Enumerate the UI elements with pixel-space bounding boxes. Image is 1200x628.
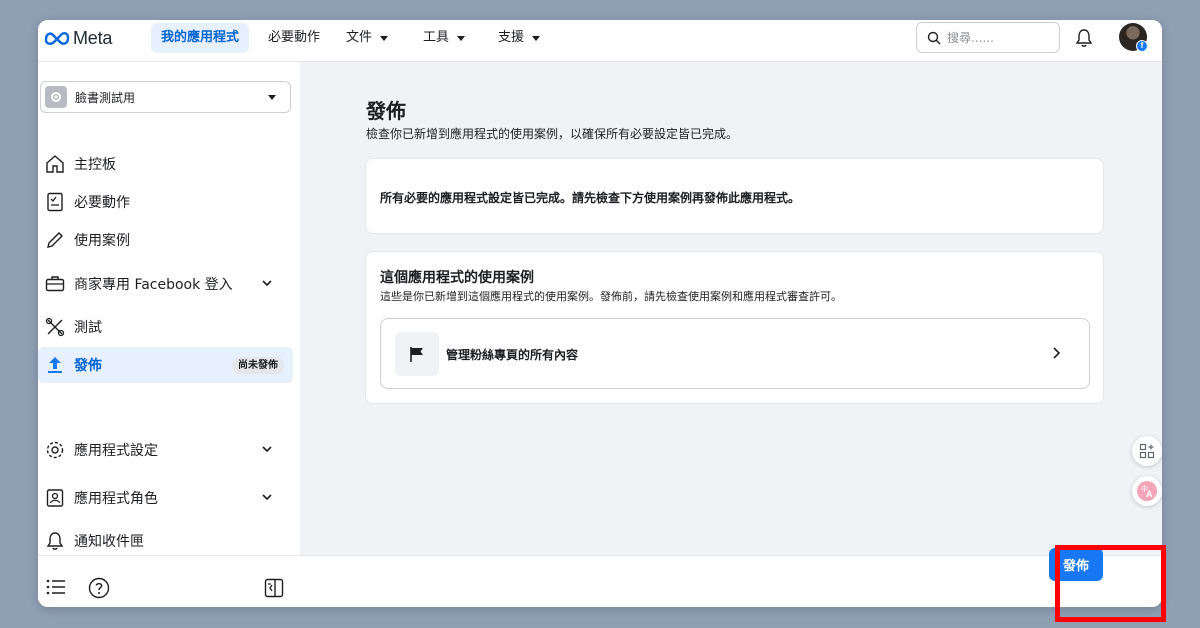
nav-required-actions-label: 必要動作	[268, 30, 321, 45]
bottom-action-bar	[300, 555, 1162, 607]
sidebar-item-app-settings[interactable]: 應用程式設定	[38, 432, 293, 468]
caret-down-icon	[457, 35, 466, 41]
top-bar: Meta 我的應用程式 必要動作 文件 工具 支援 搜尋...... f	[38, 20, 1162, 62]
nav-support-label: 支援	[498, 30, 525, 45]
svg-text:A: A	[1146, 489, 1153, 499]
status-badge: 尚未發佈	[232, 357, 284, 374]
search-box[interactable]	[916, 22, 1060, 53]
chevron-down-icon	[262, 446, 272, 453]
app-selector-label: 臉書測試用	[75, 90, 136, 105]
sidebar-item-required-actions[interactable]: 必要動作	[38, 184, 293, 220]
gear-app-icon	[45, 86, 67, 108]
sidebar-item-label: 應用程式角色	[74, 491, 158, 507]
nav-support[interactable]: 支援	[488, 23, 550, 53]
flag-icon	[395, 332, 439, 376]
apps-grid-icon	[1139, 443, 1155, 459]
sidebar-item-notifications[interactable]: 通知收件匣	[38, 523, 293, 559]
nav-docs[interactable]: 文件	[336, 23, 398, 53]
translate-button[interactable]: 中 A	[1132, 476, 1162, 506]
sidebar: 臉書測試用 主控板 必要動作 使用案例 商家專用 Facebook 登入 測試 …	[38, 62, 300, 555]
app-selector[interactable]: 臉書測試用	[40, 81, 291, 113]
use-cases-description: 這些是你已新增到這個應用程式的使用案例。發佈前，請先檢查使用案例和應用程式審查許…	[380, 290, 842, 303]
sidebar-item-label: 必要動作	[74, 195, 130, 211]
upload-icon	[48, 357, 62, 373]
bell-icon	[46, 532, 64, 550]
collapse-sidebar-icon[interactable]	[263, 577, 285, 599]
nav-tools-label: 工具	[423, 30, 450, 45]
briefcase-icon	[45, 276, 65, 292]
sidebar-item-label: 應用程式設定	[74, 443, 158, 459]
sidebar-item-label: 通知收件匣	[74, 534, 144, 550]
meta-logo-text: Meta	[73, 27, 113, 48]
chevron-down-icon	[262, 494, 272, 501]
id-badge-icon	[46, 489, 64, 507]
chevron-down-icon	[262, 280, 272, 287]
sidebar-item-use-cases[interactable]: 使用案例	[38, 222, 293, 258]
nav-my-apps-label: 我的應用程式	[161, 30, 240, 45]
meta-infinity-icon	[44, 32, 70, 45]
meta-logo[interactable]: Meta	[44, 27, 112, 49]
sidebar-item-dashboard[interactable]: 主控板	[38, 146, 293, 182]
sidebar-item-label: 商家專用 Facebook 登入	[74, 277, 233, 293]
tools-icon	[45, 317, 65, 337]
pencil-icon	[47, 232, 63, 248]
home-icon	[46, 155, 64, 173]
search-icon	[927, 31, 941, 44]
nav-tools[interactable]: 工具	[413, 23, 475, 53]
page-subtitle: 檢查你已新增到應用程式的使用案例，以確保所有必要設定皆已完成。	[366, 127, 739, 141]
sidebar-item-label: 測試	[74, 320, 102, 336]
sidebar-item-testing[interactable]: 測試	[38, 309, 293, 345]
sidebar-item-business-login[interactable]: 商家專用 Facebook 登入	[38, 266, 293, 302]
sidebar-footer	[38, 555, 300, 607]
status-message: 所有必要的應用程式設定皆已完成。請先檢查下方使用案例再發佈此應用程式。	[380, 191, 801, 205]
nav-my-apps[interactable]: 我的應用程式	[151, 23, 250, 53]
sidebar-item-label: 主控板	[74, 157, 116, 173]
caret-down-icon	[268, 95, 276, 100]
chevron-right-icon	[1053, 347, 1061, 359]
use-case-label: 管理粉絲專頁的所有內容	[446, 348, 579, 362]
translate-icon: 中 A	[1137, 481, 1157, 501]
gear-icon	[46, 441, 64, 459]
nav-docs-label: 文件	[346, 30, 373, 45]
highlight-box	[1055, 545, 1166, 622]
app-window: Meta 我的應用程式 必要動作 文件 工具 支援 搜尋...... f 臉書測…	[38, 20, 1162, 607]
sidebar-item-app-roles[interactable]: 應用程式角色	[38, 480, 293, 516]
bell-icon[interactable]	[1073, 27, 1095, 49]
help-icon[interactable]	[88, 577, 110, 599]
use-case-item[interactable]: 管理粉絲專頁的所有內容	[380, 318, 1090, 389]
use-cases-card: 這個應用程式的使用案例 這些是你已新增到這個應用程式的使用案例。發佈前，請先檢查…	[365, 251, 1104, 404]
main-content: 發佈 檢查你已新增到應用程式的使用案例，以確保所有必要設定皆已完成。 所有必要的…	[300, 62, 1162, 555]
search-input[interactable]	[947, 30, 1047, 45]
sidebar-item-label: 發佈	[74, 358, 102, 374]
sidebar-item-label: 使用案例	[74, 233, 130, 249]
apps-grid-button[interactable]	[1132, 436, 1162, 466]
caret-down-icon	[532, 35, 541, 41]
facebook-badge-icon: f	[1136, 40, 1148, 52]
page-title: 發佈	[366, 99, 406, 123]
caret-down-icon	[380, 35, 389, 41]
sidebar-item-publish[interactable]: 發佈 尚未發佈	[38, 347, 293, 383]
checklist-icon	[47, 192, 63, 212]
nav-required-actions[interactable]: 必要動作	[258, 23, 330, 53]
status-card: 所有必要的應用程式設定皆已完成。請先檢查下方使用案例再發佈此應用程式。	[365, 158, 1104, 234]
list-icon[interactable]	[46, 578, 66, 596]
use-cases-heading: 這個應用程式的使用案例	[380, 270, 534, 286]
